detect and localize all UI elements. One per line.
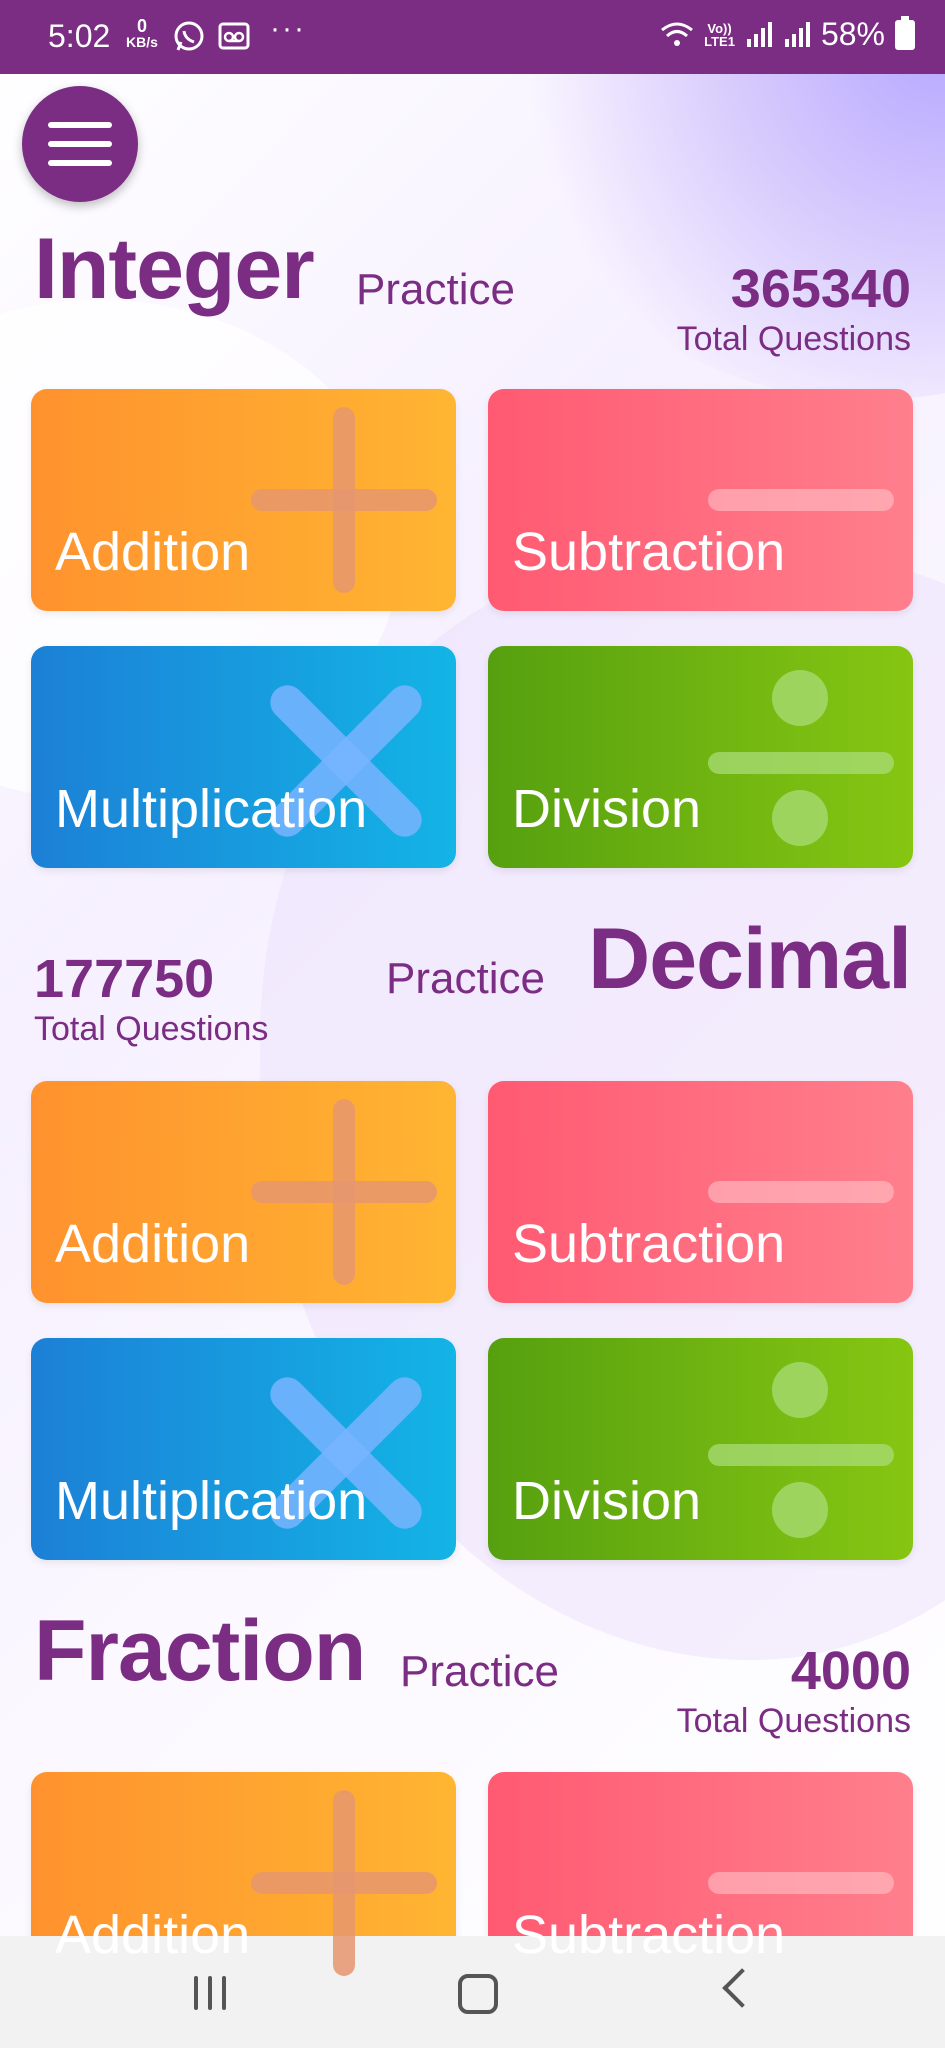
signal-icon <box>784 21 810 47</box>
total-questions-count: 365340 <box>730 259 911 319</box>
fraction-section-header: Fraction Practice 4000 Total Questions <box>0 1602 945 1752</box>
wifi-icon <box>661 22 694 46</box>
card-label: Addition <box>55 522 251 582</box>
card-label: Addition <box>55 1214 251 1274</box>
total-questions-label: Total Questions <box>676 1702 911 1740</box>
card-label: Division <box>512 1471 702 1531</box>
decimal-section-header: 177750 Total Questions Practice Decimal <box>0 910 945 1060</box>
card-label: Multiplication <box>55 1471 368 1531</box>
voicemail-icon <box>218 22 250 50</box>
status-time: 5:02 <box>48 18 111 54</box>
card-label: Subtraction <box>512 1905 786 1965</box>
battery-percent: 58% <box>820 16 885 52</box>
hamburger-menu-icon[interactable] <box>22 86 138 202</box>
fraction-addition-card[interactable]: Addition <box>31 1772 456 1994</box>
data-rate-unit: KB/s <box>126 34 158 50</box>
integer-section-header: Integer Practice 365340 Total Questions <box>0 220 945 370</box>
card-label: Subtraction <box>512 1214 786 1274</box>
lte-label: LTE1 <box>704 33 735 49</box>
total-questions-count: 4000 <box>790 1641 911 1701</box>
data-rate-value: 0 <box>136 16 147 36</box>
decimal-subtraction-card[interactable]: Subtraction <box>488 1081 913 1303</box>
decimal-multiplication-card[interactable]: Multiplication <box>31 1338 456 1560</box>
status-bar: 5:02 0 KB/s ··· Vo)) LTE1 58% <box>0 0 945 74</box>
section-title: Integer <box>34 221 315 317</box>
integer-multiplication-card[interactable]: Multiplication <box>31 646 456 868</box>
decimal-division-card[interactable]: Division <box>488 1338 913 1560</box>
card-label: Addition <box>55 1905 251 1965</box>
fraction-subtraction-card[interactable]: Subtraction <box>488 1772 913 1994</box>
card-label: Division <box>512 779 702 839</box>
battery-icon <box>895 15 915 50</box>
integer-subtraction-card[interactable]: Subtraction <box>488 389 913 611</box>
network-type: Vo)) LTE1 <box>704 22 735 48</box>
volte-label: Vo)) <box>707 20 732 36</box>
integer-addition-card[interactable]: Addition <box>31 389 456 611</box>
decimal-addition-card[interactable]: Addition <box>31 1081 456 1303</box>
section-subtitle: Practice <box>386 954 545 1003</box>
total-questions-label: Total Questions <box>34 1010 269 1048</box>
card-label: Multiplication <box>55 779 368 839</box>
whatsapp-icon <box>174 21 204 51</box>
section-title: Fraction <box>34 1603 366 1699</box>
status-right: Vo)) LTE1 58% <box>660 15 915 53</box>
section-title: Decimal <box>588 911 912 1007</box>
card-label: Subtraction <box>512 522 786 582</box>
total-questions-label: Total Questions <box>676 320 911 358</box>
section-subtitle: Practice <box>400 1647 559 1696</box>
more-notifications-icon: ··· <box>270 12 306 45</box>
data-rate: 0 KB/s <box>126 16 158 50</box>
total-questions-count: 177750 <box>34 949 215 1009</box>
signal-icon <box>746 21 772 47</box>
section-subtitle: Practice <box>356 265 515 314</box>
integer-division-card[interactable]: Division <box>488 646 913 868</box>
